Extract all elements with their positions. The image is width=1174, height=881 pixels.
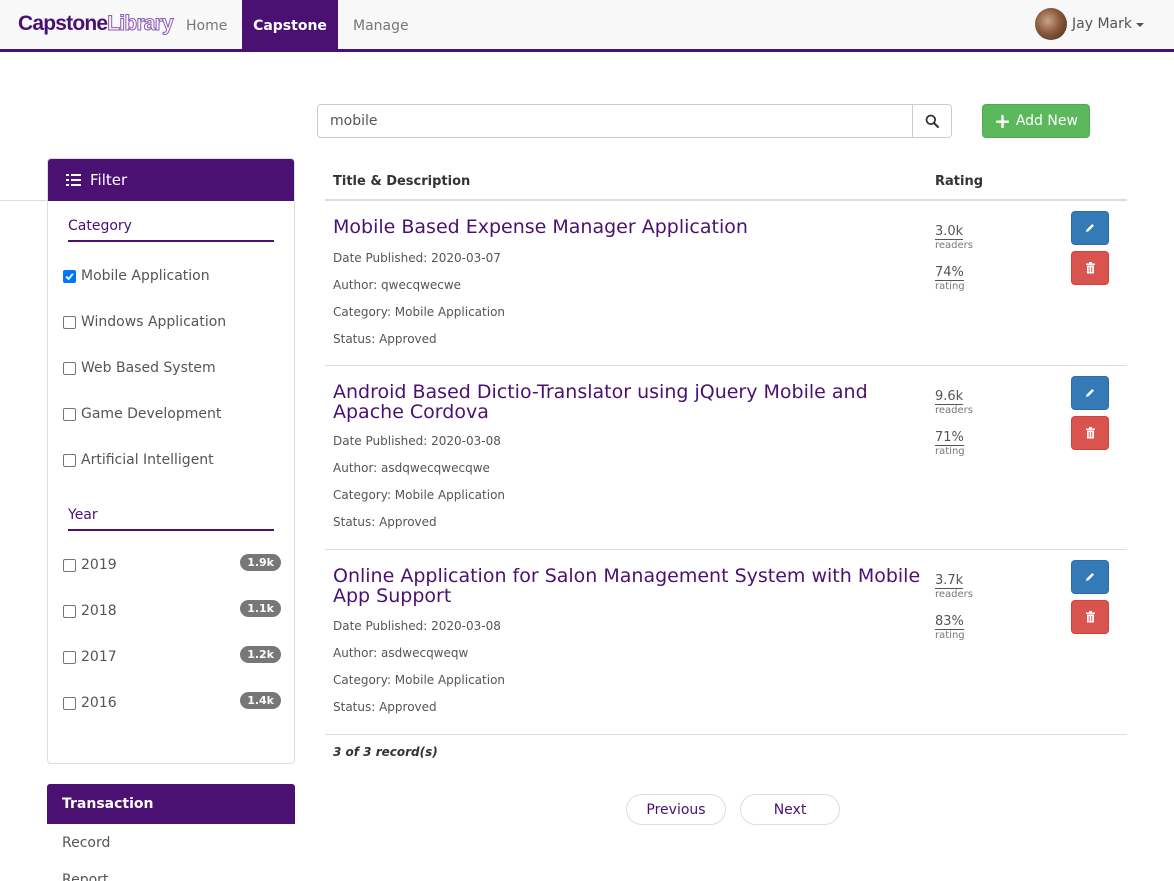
date-published: Date Published: 2020-03-07 [333,251,501,265]
count-badge: 1.1k [240,600,281,617]
capstone-title-link[interactable]: Android Based Dictio-Translator using jQ… [333,382,923,422]
year-2016[interactable]: 2016 1.4k [63,692,281,711]
avatar [1035,8,1068,40]
table-row: Mobile Based Expense Manager Application… [325,201,1127,366]
date-published: Date Published: 2020-03-08 [333,434,501,448]
status: Status: Approved [333,332,437,346]
year-title: Year [68,507,274,531]
checkbox[interactable] [63,604,76,618]
author: Author: asdwecqweqw [333,646,469,660]
status: Status: Approved [333,515,437,529]
category-windows-application[interactable]: Windows Application [63,314,281,330]
trash-icon [1085,611,1095,623]
checkbox[interactable] [63,361,76,375]
pencil-icon [1086,389,1094,397]
list-icon [66,174,81,186]
capstone-title-link[interactable]: Mobile Based Expense Manager Application [333,217,923,237]
next-button[interactable]: Next [740,794,840,825]
filter-heading: Filter [48,159,294,201]
checkbox[interactable] [63,558,76,572]
col-title-header: Title & Description [333,174,471,189]
author: Author: qwecqwecwe [333,278,462,292]
edit-button[interactable] [1071,376,1109,410]
category-title: Category [68,218,274,242]
add-new-label: Add New [1015,113,1078,129]
capstone-title-link[interactable]: Online Application for Salon Management … [333,566,923,606]
author: Author: asdqwecqwecqwe [333,461,490,475]
checkbox[interactable] [63,696,76,710]
previous-button[interactable]: Previous [626,794,726,825]
table-header: Title & Description Rating [325,170,1127,201]
pencil-icon [1086,573,1094,581]
category-artificial-intelligent[interactable]: Artificial Intelligent [63,452,281,468]
category-game-development[interactable]: Game Development [63,406,281,422]
rating-stat: 83% rating [935,614,965,641]
report-link[interactable]: Report [62,872,108,881]
col-rating-header: Rating [935,174,984,189]
year-2018[interactable]: 2018 1.1k [63,600,281,619]
search-icon [925,114,939,128]
readers-stat: 3.7k readers [935,573,973,600]
edit-button[interactable] [1071,560,1109,594]
rating-stat: 74% rating [935,265,965,292]
search-group [317,104,952,138]
record-link[interactable]: Record [62,835,110,851]
delete-button[interactable] [1071,251,1109,285]
readers-stat: 3.0k readers [935,224,973,251]
record-count: 3 of 3 record(s) [333,745,438,759]
caret-down-icon [1136,23,1144,27]
search-input[interactable] [318,105,912,137]
edit-button[interactable] [1071,211,1109,245]
nav-capstone[interactable]: Capstone [242,0,338,49]
user-name: Jay Mark [1072,16,1132,32]
category: Category: Mobile Application [333,305,506,319]
table-row: Android Based Dictio-Translator using jQ… [325,366,1127,550]
count-badge: 1.2k [240,646,281,663]
category: Category: Mobile Application [333,673,506,687]
checkbox-checked[interactable] [63,269,76,283]
pencil-icon [1086,224,1094,232]
checkbox[interactable] [63,453,76,467]
rating-stat: 71% rating [935,430,965,457]
divider [0,200,47,201]
navbar: CapstoneLibrary Home Capstone Manage Jay… [0,0,1174,52]
brand-logo[interactable]: CapstoneLibrary [18,12,174,36]
plus-icon: + [994,109,1011,133]
filter-panel: Filter Category Mobile Application Windo… [47,158,295,764]
count-badge: 1.4k [240,692,281,709]
check-icon [65,272,74,280]
checkbox[interactable] [63,650,76,664]
nav-manage[interactable]: Manage [338,0,424,49]
trash-icon [1085,262,1095,274]
add-new-button[interactable]: + Add New [982,104,1090,138]
table-row: Online Application for Salon Management … [325,550,1127,735]
category: Category: Mobile Application [333,488,506,502]
status: Status: Approved [333,700,437,714]
year-2017[interactable]: 2017 1.2k [63,646,281,665]
transaction-heading: Transaction [47,784,295,824]
search-button[interactable] [912,105,951,137]
checkbox[interactable] [63,315,76,329]
count-badge: 1.9k [240,554,281,571]
delete-button[interactable] [1071,600,1109,634]
category-mobile-application[interactable]: Mobile Application [63,268,281,284]
readers-stat: 9.6k readers [935,389,973,416]
delete-button[interactable] [1071,416,1109,450]
nav-home[interactable]: Home [171,0,242,49]
category-web-based-system[interactable]: Web Based System [63,360,281,376]
checkbox[interactable] [63,407,76,421]
date-published: Date Published: 2020-03-08 [333,619,501,633]
year-2019[interactable]: 2019 1.9k [63,554,281,573]
user-menu[interactable]: Jay Mark [1035,8,1144,40]
trash-icon [1085,427,1095,439]
